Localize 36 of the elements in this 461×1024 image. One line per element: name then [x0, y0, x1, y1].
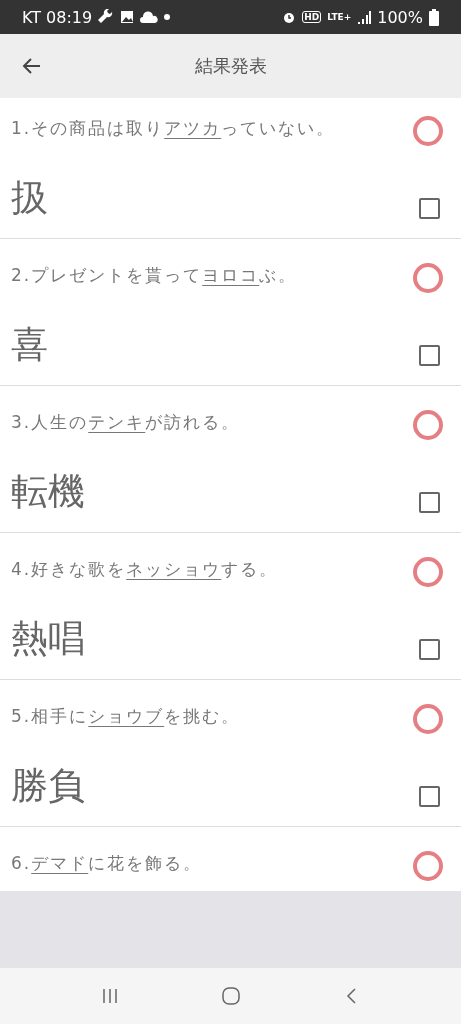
- question-sentence: 3.人生の テンキ が訪れる。: [11, 411, 242, 433]
- dot-icon: [164, 14, 171, 20]
- battery-icon: [429, 8, 439, 26]
- status-time: KT 08:19: [22, 7, 93, 27]
- checkbox[interactable]: [419, 345, 440, 366]
- answer-text: 転機: [11, 469, 86, 515]
- answer-text: 熱唱: [11, 616, 86, 662]
- answer-text: 喜: [11, 322, 49, 368]
- page-title: 結果発表: [193, 54, 268, 78]
- signal-icon: [357, 10, 372, 24]
- checkbox[interactable]: [419, 786, 440, 807]
- correct-mark-icon: [413, 851, 443, 881]
- correct-mark-icon: [413, 704, 443, 734]
- correct-mark-icon: [413, 410, 443, 440]
- question-sentence: 5.相手に ショウブ を挑む。: [11, 705, 242, 727]
- home-button[interactable]: [221, 986, 242, 1006]
- checkbox[interactable]: [419, 639, 440, 660]
- question-sentence: 6.デマド に花を飾る。: [11, 852, 204, 874]
- cloud-icon: [140, 11, 159, 23]
- lte-indicator: LTE+: [327, 12, 352, 22]
- question-sentence: 4.好きな歌を ネッショウする。: [11, 558, 280, 580]
- checkbox[interactable]: [419, 198, 440, 219]
- correct-mark-icon: [413, 557, 443, 587]
- question-sentence: 2.プレゼントを貰って ヨロコ ぶ。: [11, 264, 299, 286]
- recent-apps-button[interactable]: [101, 987, 120, 1005]
- answer-text: 勝負: [11, 763, 86, 809]
- hd-indicator: HD: [302, 11, 322, 23]
- battery-percent: 100%: [377, 7, 423, 27]
- correct-mark-icon: [413, 116, 443, 146]
- correct-mark-icon: [413, 263, 443, 293]
- alarm-icon: [282, 10, 297, 24]
- answer-text: 扱: [11, 175, 49, 221]
- question-sentence: 1.その商品は取り アツカ っていない。: [11, 117, 337, 139]
- wrench-icon: [98, 9, 115, 25]
- checkbox[interactable]: [419, 492, 440, 513]
- image-icon: [120, 10, 135, 24]
